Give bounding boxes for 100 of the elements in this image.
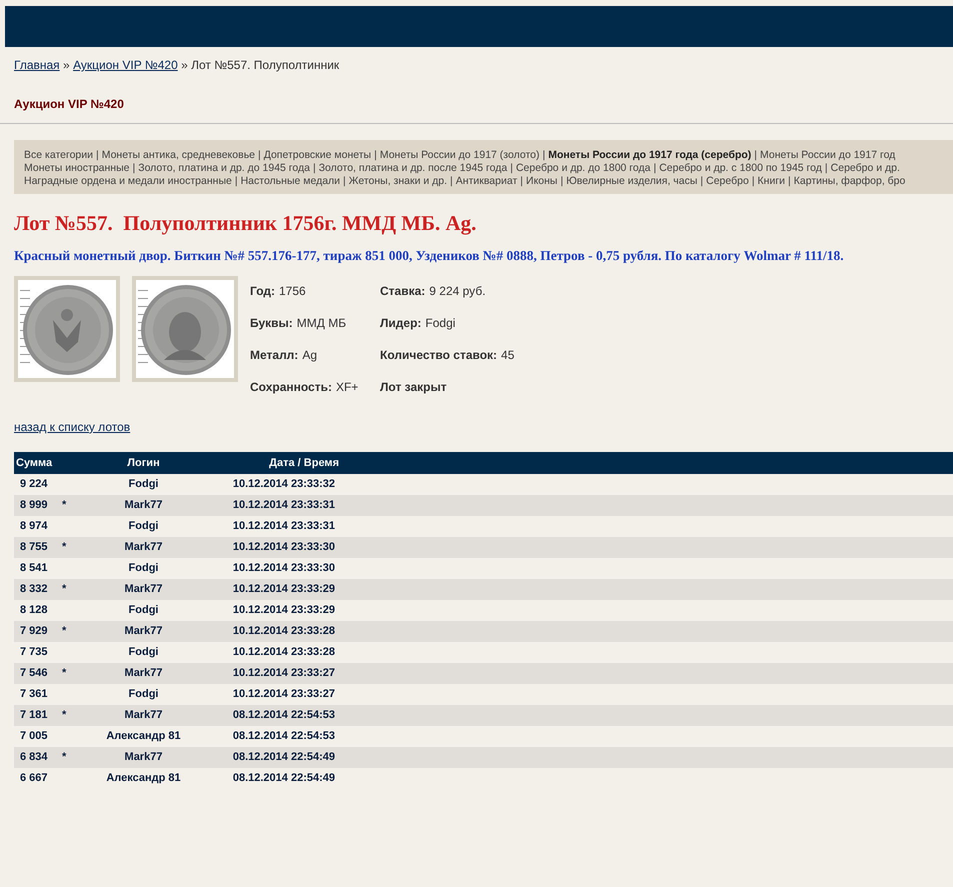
- back-link[interactable]: назад к списку лотов: [14, 418, 130, 436]
- bid-time: 10.12.2014 23:33:31: [232, 520, 335, 532]
- separator: |: [374, 149, 377, 161]
- separator: |: [450, 175, 453, 187]
- bid-amount: 8 999: [20, 499, 48, 511]
- separator: |: [754, 149, 758, 161]
- bidder-login: Fodgi: [128, 646, 158, 658]
- detail-value: ММД МБ: [296, 314, 346, 332]
- bid-time: 10.12.2014 23:33:32: [232, 478, 335, 490]
- bidder-login: Mark77: [124, 625, 162, 637]
- bid-amount: 8 332: [20, 583, 48, 595]
- column-header: Дата / Время: [269, 456, 339, 468]
- bidder-login: Fodgi: [128, 520, 158, 532]
- bidder-login: Mark77: [124, 751, 162, 763]
- category-link[interactable]: Наградные ордена и медали иностранные: [24, 175, 232, 187]
- bid-time: 10.12.2014 23:33:30: [232, 562, 335, 574]
- bid-amount: 7 546: [20, 667, 48, 679]
- bid-note: *: [62, 625, 66, 637]
- separator: |: [132, 162, 136, 174]
- category-link[interactable]: Иконы: [526, 175, 558, 187]
- separator: |: [343, 175, 346, 187]
- bid-time: 10.12.2014 23:33:29: [232, 583, 335, 595]
- detail-value: 45: [501, 346, 514, 364]
- bid-amount: 8 541: [20, 562, 48, 574]
- section-title: Аукцион VIP №420: [13, 96, 125, 113]
- bidder-login: Mark77: [124, 499, 162, 511]
- bid-note: *: [62, 583, 66, 595]
- category-link[interactable]: Ювелирные изделия, часы: [566, 175, 698, 187]
- breadcrumb-link[interactable]: Главная: [14, 58, 60, 72]
- separator: |: [788, 175, 791, 187]
- lot-description: Красный монетный двор. Биткин №# 557.176-177, тираж 851 000, Уздеников №# 0888, Петров - 0,75 рубля. По каталогу Wolmar # 111/18.: [13, 246, 845, 265]
- category-link[interactable]: Монеты иностранные: [24, 162, 130, 174]
- bidder-login: Fodgi: [128, 688, 158, 700]
- category-link[interactable]: Допетровские монеты: [264, 149, 372, 161]
- separator: |: [96, 149, 99, 161]
- bid-time: 08.12.2014 22:54:53: [232, 730, 335, 742]
- detail-value: 1756: [279, 282, 306, 300]
- bid-note: *: [62, 709, 66, 721]
- separator: |: [520, 175, 524, 187]
- detail-value: 9 224 руб.: [429, 282, 486, 300]
- bid-amount: 7 361: [20, 688, 48, 700]
- detail-label: Ставка:: [380, 282, 426, 300]
- category-link[interactable]: Монеты России до 1917 (золото): [380, 149, 540, 161]
- bid-amount: 8 974: [20, 520, 48, 532]
- bid-note: *: [62, 667, 66, 679]
- separator: |: [824, 162, 828, 174]
- category-link[interactable]: Картины, фарфор, бро: [794, 175, 906, 187]
- detail-label: Количество ставок:: [380, 346, 498, 364]
- bid-time: 10.12.2014 23:33:27: [232, 667, 335, 679]
- bid-time: 10.12.2014 23:33:31: [232, 499, 335, 511]
- category-link[interactable]: Золото, платина и др. до 1945 года: [138, 162, 310, 174]
- bid-time: 08.12.2014 22:54:53: [232, 709, 335, 721]
- bidder-login: Fodgi: [128, 604, 158, 616]
- category-link[interactable]: Антиквариат: [456, 175, 518, 187]
- bid-amount: 6 834: [20, 751, 48, 763]
- category-link[interactable]: Монеты антика, средневековье: [102, 149, 255, 161]
- category-link[interactable]: Серебро и др. до 1800 года: [516, 162, 650, 174]
- bid-amount: 8 755: [20, 541, 48, 553]
- category-link[interactable]: Настольные медали: [240, 175, 340, 187]
- breadcrumb-separator: »: [63, 58, 70, 72]
- detail-label: Металл:: [250, 346, 298, 364]
- bid-note: *: [62, 499, 66, 511]
- bid-note: *: [62, 751, 66, 763]
- bid-amount: 7 929: [20, 625, 48, 637]
- column-header: Логин: [127, 456, 160, 468]
- bidder-login: Александр 81: [106, 730, 181, 742]
- category-link[interactable]: Все категории: [24, 149, 93, 161]
- bid-time: 08.12.2014 22:54:49: [232, 751, 335, 763]
- bid-time: 10.12.2014 23:33:30: [232, 541, 335, 553]
- separator: |: [312, 162, 316, 174]
- category-link[interactable]: Золото, платина и др. после 1945 года: [318, 162, 508, 174]
- separator: |: [700, 175, 704, 187]
- bid-time: 08.12.2014 22:54:49: [232, 772, 335, 784]
- separator: |: [542, 149, 546, 161]
- bid-amount: 7 181: [20, 709, 48, 721]
- category-link[interactable]: Серебро и др.: [830, 162, 900, 174]
- category-link[interactable]: Монеты России до 1917 год: [760, 149, 896, 161]
- bid-amount: 7 735: [20, 646, 48, 658]
- bid-amount: 8 128: [20, 604, 48, 616]
- category-link[interactable]: Монеты России до 1917 года (серебро): [548, 149, 752, 161]
- category-link[interactable]: Книги: [758, 175, 786, 187]
- breadcrumb-current: Лот №557. Полуполтинник: [191, 58, 340, 72]
- detail-label: Лот закрыт: [380, 378, 447, 396]
- category-link[interactable]: Серебро: [706, 175, 749, 187]
- bidder-login: Fodgi: [128, 478, 158, 490]
- separator: |: [258, 149, 261, 161]
- category-link[interactable]: Серебро и др. с 1800 по 1945 год: [659, 162, 822, 174]
- bidder-login: Mark77: [124, 541, 162, 553]
- separator: |: [752, 175, 755, 187]
- detail-label: Сохранность:: [250, 378, 332, 396]
- breadcrumb-link[interactable]: Аукцион VIP №420: [73, 58, 178, 72]
- detail-value: XF+: [336, 378, 358, 396]
- separator: |: [510, 162, 513, 174]
- bid-time: 10.12.2014 23:33:29: [232, 604, 335, 616]
- category-link[interactable]: Жетоны, знаки и др.: [348, 175, 448, 187]
- bidder-login: Fodgi: [128, 562, 158, 574]
- detail-value: Fodgi: [425, 314, 456, 332]
- bid-amount: 9 224: [20, 478, 48, 490]
- breadcrumb-separator: »: [181, 58, 188, 72]
- bid-amount: 7 005: [20, 730, 48, 742]
